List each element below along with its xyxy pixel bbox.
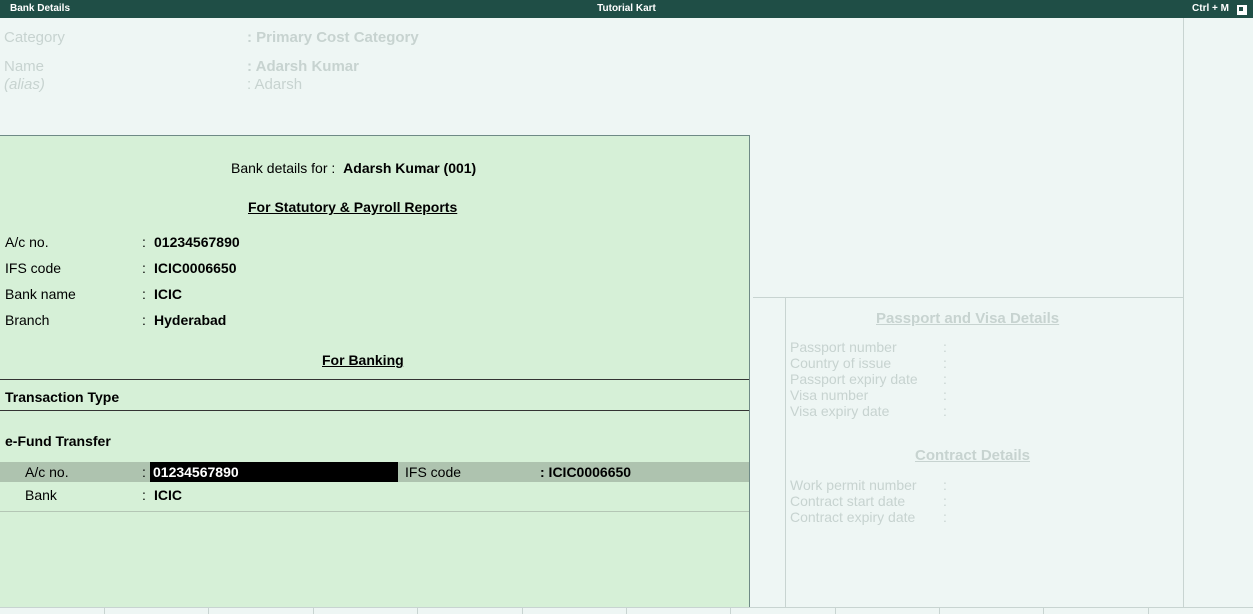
passport-number-label: Passport number <box>790 339 897 355</box>
divider <box>0 410 749 411</box>
efund-ifs-value[interactable]: : ICIC0006650 <box>540 464 631 480</box>
passport-visa-panel: Passport and Visa Details Passport numbe… <box>753 297 1183 608</box>
employee-name: Adarsh Kumar (001) <box>343 160 477 176</box>
divider <box>0 379 749 380</box>
colon: : <box>142 286 146 302</box>
minimize-icon[interactable] <box>1236 4 1248 16</box>
visa-number-label: Visa number <box>790 387 869 403</box>
ifs-code-label: IFS code <box>5 260 62 276</box>
separator <box>208 608 209 614</box>
branch-label: Branch <box>5 312 50 328</box>
colon: : <box>943 387 947 403</box>
colon: : <box>943 509 947 525</box>
colon: : <box>142 260 146 276</box>
statutory-heading: For Statutory & Payroll Reports <box>248 199 458 215</box>
name-value: : Adarsh Kumar <box>247 58 359 75</box>
colon: : <box>943 477 947 493</box>
ac-no-value[interactable]: 01234567890 <box>154 234 240 250</box>
separator <box>522 608 523 614</box>
separator <box>835 608 836 614</box>
alias-label: (alias) <box>4 76 45 93</box>
transaction-type-header: Transaction Type <box>5 389 120 405</box>
bank-details-header: Bank details for : Adarsh Kumar (001) <box>231 160 476 176</box>
visa-expiry-label: Visa expiry date <box>790 403 890 419</box>
colon: : <box>943 339 947 355</box>
title-bar: Bank Details Tutorial Kart Ctrl + M <box>0 0 1253 18</box>
name-label: Name <box>4 58 45 75</box>
contract-start-label: Contract start date <box>790 493 906 509</box>
shortcut-hint: Ctrl + M <box>1192 3 1229 14</box>
separator <box>1043 608 1044 614</box>
separator <box>417 608 418 614</box>
alias-value: : Adarsh <box>247 76 303 93</box>
ifs-code-value[interactable]: ICIC0006650 <box>154 260 237 276</box>
branch-value[interactable]: Hyderabad <box>154 312 226 328</box>
bank-name-label: Bank name <box>5 286 76 302</box>
category-value: : Primary Cost Category <box>247 29 419 46</box>
colon: : <box>943 355 947 371</box>
colon: : <box>142 312 146 328</box>
efund-ac-label: A/c no. <box>25 464 69 480</box>
colon: : <box>943 371 947 387</box>
separator <box>730 608 731 614</box>
transaction-type-value[interactable]: e-Fund Transfer <box>5 433 111 449</box>
separator <box>626 608 627 614</box>
colon: : <box>943 403 947 419</box>
separator <box>939 608 940 614</box>
divider <box>0 511 749 512</box>
efund-ac-input[interactable]: 01234567890 <box>150 462 398 482</box>
contract-heading: Contract Details <box>915 447 1031 464</box>
efund-row-selected[interactable]: A/c no. : 01234567890 IFS code : ICIC000… <box>0 462 749 482</box>
category-label: Category <box>4 29 65 46</box>
separator <box>1148 608 1149 614</box>
company-name: Tutorial Kart <box>597 3 656 14</box>
panel-divider <box>785 298 786 608</box>
button-bar <box>1183 18 1253 608</box>
header-prefix: Bank details for : <box>231 160 336 176</box>
bank-name-value[interactable]: ICIC <box>154 286 182 302</box>
country-of-issue-label: Country of issue <box>790 355 892 371</box>
bank-details-panel: Bank details for : Adarsh Kumar (001) Fo… <box>0 135 750 609</box>
efund-ifs-label: IFS code <box>405 464 462 480</box>
separator <box>104 608 105 614</box>
efund-bank-value[interactable]: ICIC <box>154 487 182 503</box>
ac-no-label: A/c no. <box>5 234 49 250</box>
efund-bank-label: Bank <box>25 487 57 503</box>
colon: : <box>142 234 146 250</box>
passport-heading: Passport and Visa Details <box>876 310 1060 327</box>
banking-heading: For Banking <box>322 352 404 368</box>
separator <box>313 608 314 614</box>
contract-expiry-label: Contract expiry date <box>790 509 916 525</box>
work-permit-label: Work permit number <box>790 477 917 493</box>
colon: : <box>142 487 146 503</box>
colon: : <box>142 464 146 480</box>
passport-expiry-label: Passport expiry date <box>790 371 918 387</box>
colon: : <box>943 493 947 509</box>
